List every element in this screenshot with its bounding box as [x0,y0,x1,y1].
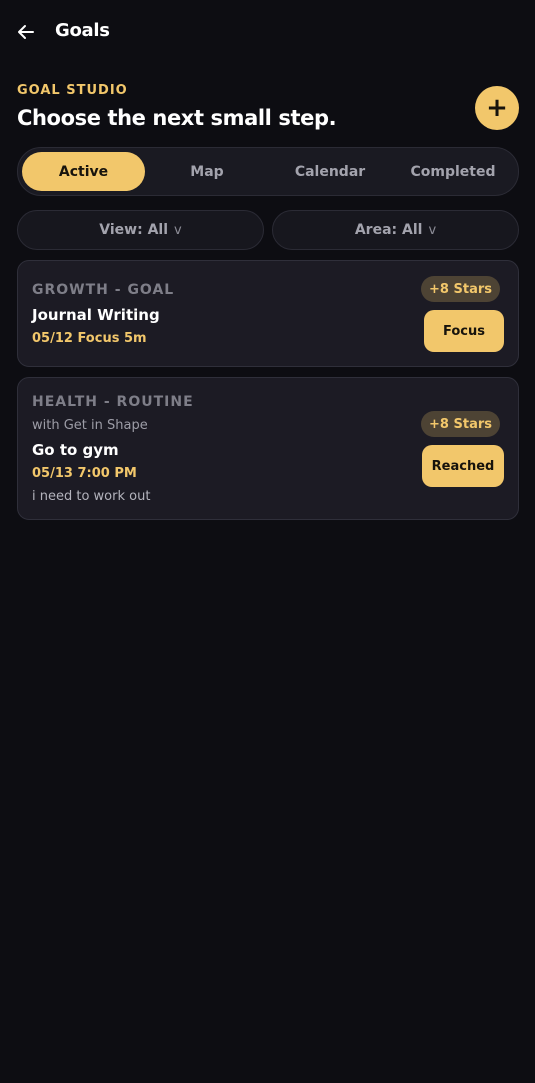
goal-title: Journal Writing [32,306,160,324]
view-filter-label: View: All [99,222,169,238]
focus-button[interactable]: Focus [424,310,504,352]
plus-icon: + [486,93,508,123]
reward-badge: +8 Stars [421,411,500,437]
tab-map[interactable]: Map [146,152,268,191]
area-filter-label: Area: All [354,222,423,238]
arrow-left-icon [18,25,34,39]
chevron-down-icon: v [428,222,437,238]
goal-meta: 05/12 Focus 5m [32,331,147,346]
tab-calendar[interactable]: Calendar [269,152,391,191]
goal-meta: 05/13 7:00 PM [32,466,137,481]
top-bar: Goals [0,0,535,64]
goals-screen: Goals GOAL STUDIO Choose the next small … [0,0,535,1083]
back-button[interactable] [12,18,40,46]
headline: Choose the next small step. [17,106,337,130]
add-goal-button[interactable]: + [475,86,519,130]
goal-category: GROWTH - GOAL [32,282,175,298]
goal-card[interactable]: GROWTH - GOAL Journal Writing 05/12 Focu… [17,260,519,367]
area-filter-dropdown[interactable]: Area: All v [272,210,519,250]
tab-completed[interactable]: Completed [392,152,514,191]
reward-badge: +8 Stars [421,276,500,302]
goal-card[interactable]: HEALTH - ROUTINE with Get in Shape Go to… [17,377,519,520]
goal-title: Go to gym [32,441,119,459]
reached-button[interactable]: Reached [422,445,504,487]
goal-category: HEALTH - ROUTINE [32,394,194,410]
section-eyebrow: GOAL STUDIO [17,83,128,98]
view-filter-dropdown[interactable]: View: All v [17,210,264,250]
page-title: Goals [55,20,110,41]
goal-note: i need to work out [32,489,151,504]
goal-parent: with Get in Shape [32,418,148,433]
chevron-down-icon: v [174,222,182,238]
view-tabs: Active Map Calendar Completed [17,147,519,196]
tab-active[interactable]: Active [22,152,145,191]
